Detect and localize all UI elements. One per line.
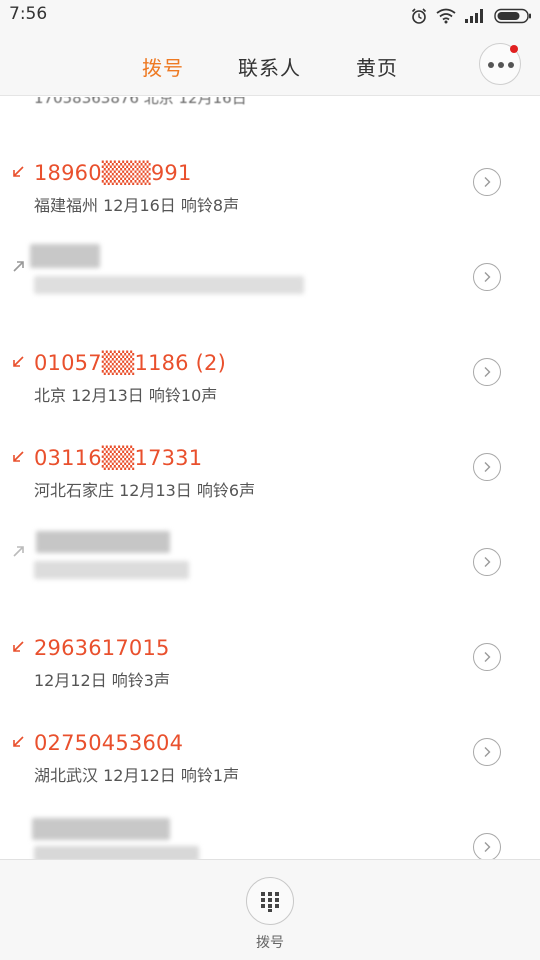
- outgoing-call-icon: [13, 261, 24, 272]
- tab-contacts[interactable]: 联系人: [238, 52, 301, 81]
- tab-yellow-pages[interactable]: 黄页: [356, 52, 398, 81]
- call-number: 03116▒▒17331: [34, 446, 203, 470]
- call-row-redacted[interactable]: [0, 802, 540, 859]
- call-row[interactable]: 18960▒▒▒991 福建福州 12月16日 响铃8声: [0, 137, 540, 232]
- status-icons: [410, 5, 532, 27]
- chevron-right-icon: [484, 462, 491, 472]
- call-detail: 北京 12月13日 响铃10声: [34, 386, 218, 405]
- call-row[interactable]: 2963617015 12月12日 响铃3声: [0, 612, 540, 707]
- more-icon: [488, 62, 514, 68]
- chevron-right-icon: [484, 652, 491, 662]
- call-number: 01057▒▒1186 (2): [34, 351, 226, 375]
- call-detail-button[interactable]: [473, 643, 501, 671]
- call-row-redacted[interactable]: [0, 517, 540, 612]
- call-detail-button[interactable]: [473, 548, 501, 576]
- tab-header: 拨号 联系人 黄页: [0, 32, 540, 96]
- notification-dot: [510, 45, 518, 53]
- status-bar: 7:56: [0, 0, 540, 32]
- redacted-number: [32, 818, 170, 840]
- call-number: 18960▒▒▒991: [34, 161, 192, 185]
- call-row-redacted[interactable]: [0, 232, 540, 327]
- signal-icon: [465, 9, 483, 23]
- chevron-right-icon: [484, 747, 491, 757]
- call-number: 02750453604: [34, 731, 184, 755]
- partial-call-detail: 17058363876 北京 12月16日: [34, 97, 247, 107]
- call-log-list[interactable]: 17058363876 北京 12月16日 18960▒▒▒991 福建福州 1…: [0, 97, 540, 859]
- bottom-bar: 拨号: [0, 859, 540, 960]
- call-detail-button[interactable]: [473, 358, 501, 386]
- more-button[interactable]: [479, 43, 521, 85]
- call-detail-button[interactable]: [473, 263, 501, 291]
- call-detail: 河北石家庄 12月13日 响铃6声: [34, 481, 256, 500]
- dialpad-label: 拨号: [256, 935, 284, 951]
- redacted-detail: [34, 846, 199, 859]
- chevron-right-icon: [484, 272, 491, 282]
- call-detail-button[interactable]: [473, 453, 501, 481]
- status-time: 7:56: [9, 4, 48, 24]
- tab-dial[interactable]: 拨号: [142, 52, 184, 81]
- chevron-right-icon: [484, 842, 491, 852]
- call-detail-button[interactable]: [473, 168, 501, 196]
- chevron-right-icon: [484, 177, 491, 187]
- call-detail: 12月12日 响铃3声: [34, 671, 170, 690]
- missed-call-icon: [13, 356, 24, 367]
- call-detail: 福建福州 12月16日 响铃8声: [34, 196, 240, 215]
- alarm-icon: [411, 8, 427, 24]
- call-number: 2963617015: [34, 636, 170, 660]
- redacted-number: [36, 531, 170, 553]
- partial-call-row: 17058363876 北京 12月16日: [34, 97, 247, 107]
- call-row[interactable]: 01057▒▒1186 (2) 北京 12月13日 响铃10声: [0, 327, 540, 422]
- call-detail-button[interactable]: [473, 833, 501, 859]
- missed-call-icon: [13, 641, 24, 652]
- wifi-icon: [436, 8, 456, 24]
- outgoing-call-icon: [13, 546, 24, 557]
- chevron-right-icon: [484, 557, 491, 567]
- missed-call-icon: [13, 736, 24, 747]
- battery-icon: [494, 8, 531, 24]
- missed-call-icon: [13, 166, 24, 177]
- dialpad-icon: [261, 892, 279, 912]
- redacted-detail: [34, 276, 304, 294]
- dialpad-button[interactable]: [246, 877, 294, 925]
- call-row[interactable]: 02750453604 湖北武汉 12月12日 响铃1声: [0, 707, 540, 802]
- missed-call-icon: [13, 451, 24, 462]
- redacted-number: [30, 244, 100, 268]
- redacted-detail: [34, 561, 189, 579]
- call-row[interactable]: 03116▒▒17331 河北石家庄 12月13日 响铃6声: [0, 422, 540, 517]
- chevron-right-icon: [484, 367, 491, 377]
- call-detail: 湖北武汉 12月12日 响铃1声: [34, 766, 240, 785]
- call-detail-button[interactable]: [473, 738, 501, 766]
